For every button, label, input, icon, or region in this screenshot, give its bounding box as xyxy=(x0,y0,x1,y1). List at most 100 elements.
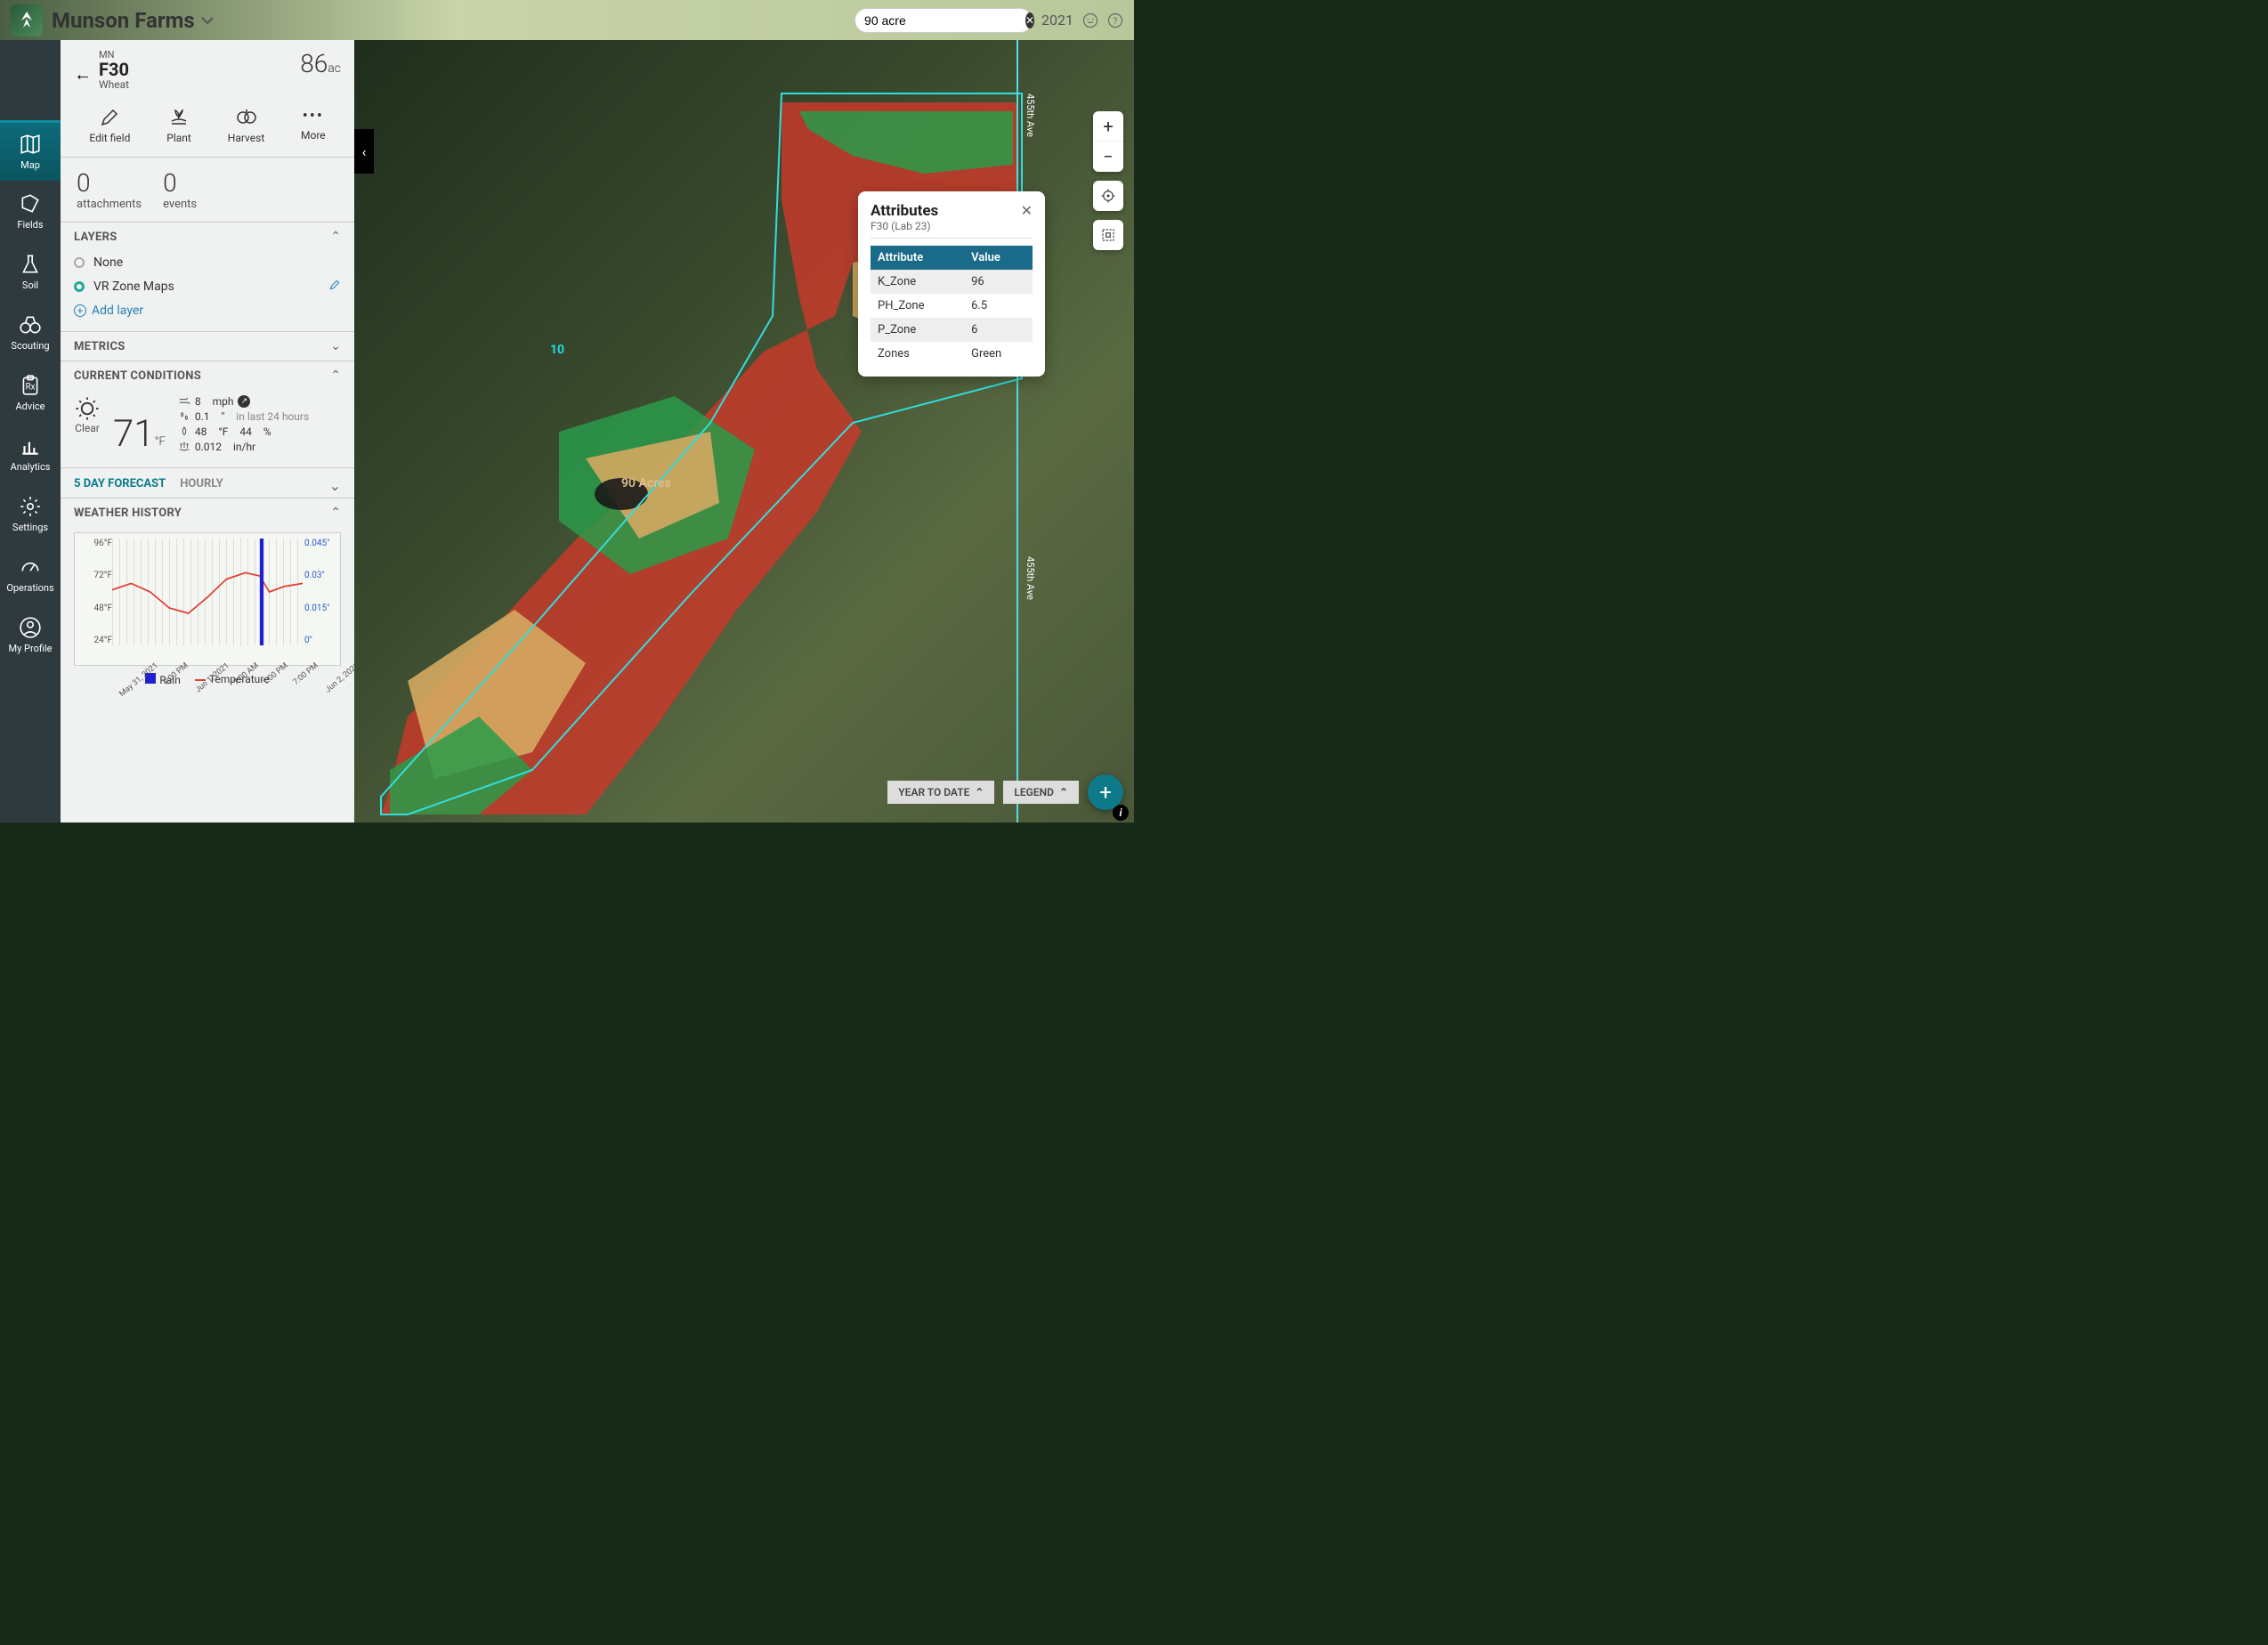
weather-history-chart[interactable]: 96°F72°F48°F24°F 0.045"0.03"0.015"0" May… xyxy=(74,532,341,666)
field-panel: ← MN F30 Wheat 86ac Edit field Plant Har… xyxy=(61,40,354,822)
conditions-details: 8 mph ↗ 0.1 " in last 24 hours 48 °F 44 … xyxy=(178,395,309,453)
map-icon xyxy=(19,133,42,156)
close-popup-button[interactable]: ✕ xyxy=(1021,202,1033,219)
crosshair-icon xyxy=(1100,188,1116,204)
metrics-header[interactable]: METRICS ⌄ xyxy=(61,332,354,361)
radio-icon xyxy=(74,257,85,268)
map-bottom-controls: YEAR TO DATE ⌃ LEGEND ⌃ + xyxy=(887,774,1123,810)
wind-icon xyxy=(178,395,190,408)
chevron-up-icon: ⌃ xyxy=(330,230,341,244)
chevron-down-icon: ⌄ xyxy=(329,477,341,494)
chevron-down-icon xyxy=(200,15,215,26)
clear-search-icon[interactable]: ✕ xyxy=(1025,12,1034,28)
profile-icon xyxy=(19,616,42,639)
evaporation-icon xyxy=(178,441,190,453)
attributes-table: AttributeValue K_Zone96 PH_Zone6.5 P_Zon… xyxy=(871,246,1033,366)
action-row: Edit field Plant Harvest ••• More xyxy=(61,100,354,158)
map-label-90acres: 90 Acres xyxy=(621,476,671,490)
x-axis-labels: May 31, 20217:00 PMJun 1, 20217:00 AM1:0… xyxy=(107,661,304,670)
attributes-popup: Attributes F30 (Lab 23) ✕ AttributeValue… xyxy=(858,191,1045,377)
edit-layer-icon[interactable] xyxy=(328,279,341,295)
farm-title[interactable]: Munson Farms xyxy=(52,8,855,33)
wind-direction-icon: ↗ xyxy=(238,395,250,408)
help-icon[interactable]: ? xyxy=(1107,12,1123,28)
edit-field-button[interactable]: Edit field xyxy=(89,107,130,144)
zoom-out-button[interactable]: − xyxy=(1093,142,1123,172)
map-info-button[interactable]: i xyxy=(1113,805,1129,821)
sidebar-item-scouting[interactable]: Scouting xyxy=(0,302,61,362)
sidebar-item-fields[interactable]: Fields xyxy=(0,181,61,241)
attachments-stat[interactable]: 0 attachments xyxy=(77,168,142,211)
zoom-in-button[interactable]: + xyxy=(1093,111,1123,142)
popup-subtitle: F30 (Lab 23) xyxy=(871,220,938,232)
tab-5day[interactable]: 5 DAY FORECAST xyxy=(74,477,166,494)
road-label-bottom: 455th Ave xyxy=(1025,556,1036,600)
sidebar-item-soil[interactable]: Soil xyxy=(0,241,61,302)
more-button[interactable]: ••• More xyxy=(301,107,326,144)
fit-bounds-button[interactable] xyxy=(1093,220,1123,250)
chart-icon xyxy=(19,434,42,458)
sidebar-item-map[interactable]: Map xyxy=(0,120,61,181)
radio-selected-icon xyxy=(74,281,85,292)
table-row: K_Zone96 xyxy=(871,270,1033,294)
map-controls: + − xyxy=(1093,111,1123,250)
feedback-icon[interactable] xyxy=(1082,12,1098,28)
conditions-header[interactable]: CURRENT CONDITIONS ⌃ xyxy=(61,361,354,390)
stats-row: 0 attachments 0 events xyxy=(61,158,354,222)
forecast-tabs: 5 DAY FORECAST HOURLY ⌄ xyxy=(61,467,354,498)
rain-icon xyxy=(178,410,190,423)
tab-hourly[interactable]: HOURLY xyxy=(180,477,223,494)
sidebar-item-advice[interactable]: Rx Advice xyxy=(0,362,61,423)
sun-icon xyxy=(74,395,101,422)
legend-button[interactable]: LEGEND ⌃ xyxy=(1003,781,1079,804)
map-road-line xyxy=(1017,40,1018,822)
search-input[interactable] xyxy=(864,13,1025,28)
field-acres: 86ac xyxy=(300,49,341,78)
rain-bar xyxy=(260,539,263,645)
layer-vr-zone[interactable]: VR Zone Maps xyxy=(74,274,341,299)
field-icon xyxy=(19,192,42,215)
topbar: Munson Farms ✕ 2021 ? xyxy=(0,0,1134,40)
table-row: PH_Zone6.5 xyxy=(871,294,1033,318)
flask-icon xyxy=(19,253,42,276)
events-stat[interactable]: 0 events xyxy=(163,168,197,211)
collapse-panel-button[interactable]: ‹ xyxy=(354,129,374,174)
search-box[interactable]: ✕ xyxy=(855,8,1033,33)
app-logo[interactable] xyxy=(11,4,43,36)
table-row: ZonesGreen xyxy=(871,342,1033,366)
field-name: F30 xyxy=(99,61,300,78)
back-button[interactable]: ← xyxy=(74,63,92,85)
harvest-icon xyxy=(234,107,259,128)
weather-icon: Clear xyxy=(74,395,101,453)
year-selector[interactable]: 2021 xyxy=(1041,12,1073,28)
chevron-up-icon: ⌃ xyxy=(330,369,341,383)
history-header[interactable]: WEATHER HISTORY ⌃ xyxy=(61,498,354,527)
plant-icon xyxy=(166,107,191,128)
farm-name: Munson Farms xyxy=(52,8,195,33)
chart-plot-area xyxy=(112,539,303,645)
map-view[interactable]: ‹ 10 90 Acres 455th Ave 455th Ave + − At… xyxy=(354,40,1134,822)
clipboard-icon: Rx xyxy=(19,374,42,397)
layers-header[interactable]: LAYERS ⌃ xyxy=(61,223,354,251)
chevron-down-icon: ⌄ xyxy=(330,339,341,353)
chevron-up-icon: ⌃ xyxy=(330,506,341,520)
temperature-line xyxy=(112,572,303,613)
sidebar-item-analytics[interactable]: Analytics xyxy=(0,423,61,483)
chevron-up-icon: ⌃ xyxy=(975,786,984,798)
plant-button[interactable]: Plant xyxy=(166,107,191,144)
locate-button[interactable] xyxy=(1093,181,1123,211)
y-axis-right: 0.045"0.03"0.015"0" xyxy=(304,539,340,645)
gear-icon xyxy=(19,495,42,518)
more-icon: ••• xyxy=(303,107,324,126)
sidebar-item-settings[interactable]: Settings xyxy=(0,483,61,544)
year-to-date-button[interactable]: YEAR TO DATE ⌃ xyxy=(887,781,994,804)
layer-none[interactable]: None xyxy=(74,251,341,274)
add-layer-button[interactable]: + Add layer xyxy=(74,299,341,322)
gauge-icon xyxy=(19,555,42,579)
y-axis-left: 96°F72°F48°F24°F xyxy=(80,539,112,645)
sidebar-item-operations[interactable]: Operations xyxy=(0,544,61,604)
leaf-icon xyxy=(16,10,37,31)
harvest-button[interactable]: Harvest xyxy=(228,107,264,144)
sidebar-item-profile[interactable]: My Profile xyxy=(0,604,61,665)
humidity-icon xyxy=(178,425,190,438)
